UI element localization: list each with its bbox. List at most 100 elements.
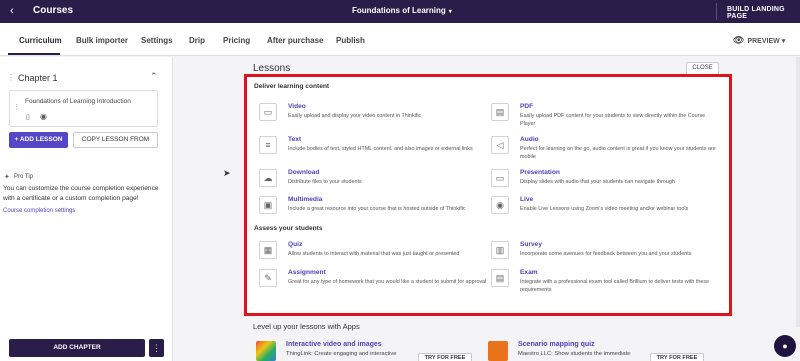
course-title-dropdown[interactable]: Foundations of Learning ▾ [352, 6, 452, 15]
lesson-type-desc: Enable Live Lessons using Zoom's video m… [520, 206, 689, 212]
lesson-type-live[interactable]: ◉ Live Enable Live Lessons using Zoom's … [491, 196, 731, 228]
page-scrollbar[interactable] [796, 57, 800, 327]
lesson-type-title: Presentation [520, 169, 560, 176]
active-tab-indicator [8, 53, 60, 55]
assignment-icon: ✎ [259, 269, 277, 287]
lesson-type-desc: Include bodies of text, styled HTML cont… [288, 146, 473, 152]
document-icon: ▯ [26, 114, 30, 121]
preview-button[interactable]: 👁 PREVIEW ▾ [733, 35, 785, 46]
app-name: Interactive video and images [286, 341, 382, 348]
lesson-type-desc: Allow students to interact with material… [288, 251, 460, 257]
exam-icon: ▤ [491, 269, 509, 287]
lesson-type-title: PDF [520, 103, 534, 110]
lesson-item[interactable]: ⋮ Foundations of Learning Introduction ▯… [9, 90, 158, 127]
lesson-type-title: Text [288, 136, 302, 143]
assess-students-title: Assess your students [254, 225, 323, 232]
drag-handle-icon[interactable]: ⋮ [7, 73, 15, 82]
audio-icon: ◁ [491, 136, 509, 154]
lesson-type-title: Download [288, 169, 320, 176]
tab-after-purchase[interactable]: After purchase [267, 36, 323, 45]
lesson-type-desc: Include a great resource into your cours… [288, 206, 466, 212]
survey-icon: ▥ [491, 241, 509, 259]
lesson-type-title: Video [288, 103, 306, 110]
app-name: Scenario mapping quiz [518, 341, 595, 348]
copy-lesson-button[interactable]: COPY LESSON FROM [73, 132, 158, 148]
live-icon: ◉ [491, 196, 509, 214]
mouse-cursor-icon: ➤ [223, 168, 231, 178]
course-title-label: Foundations of Learning [352, 6, 446, 15]
lesson-type-pdf[interactable]: ▤ PDF Easily upload PDF content for your… [491, 103, 731, 135]
thinglink-logo-icon [256, 341, 276, 361]
video-icon: ▭ [259, 103, 277, 121]
lessons-heading: Lessons [253, 63, 291, 74]
try-for-free-button[interactable]: TRY FOR FREE [418, 353, 472, 361]
tab-drip[interactable]: Drip [189, 36, 205, 45]
tab-bar: Curriculum Bulk importer Settings Drip P… [0, 23, 800, 56]
lesson-type-assignment[interactable]: ✎ Assignment Great for any type of homew… [259, 269, 499, 301]
tab-settings[interactable]: Settings [141, 36, 173, 45]
drag-handle-icon[interactable]: ⋮ [13, 103, 20, 111]
try-for-free-button[interactable]: TRY FOR FREE [650, 353, 704, 361]
app-card-scenario-quiz[interactable]: Scenario mapping quiz Maestro LLC: Show … [488, 339, 718, 361]
lesson-type-audio[interactable]: ◁ Audio Perfect for learning on the go, … [491, 136, 731, 168]
lesson-type-desc: Easily upload and display your video con… [288, 113, 422, 119]
lesson-name: Foundations of Learning Introduction [25, 98, 131, 105]
lesson-type-exam[interactable]: ▤ Exam Integrate with a professional exa… [491, 269, 731, 301]
lesson-type-title: Audio [520, 136, 539, 143]
lesson-type-text[interactable]: ≡ Text Include bodies of text, styled HT… [259, 136, 499, 168]
app-card-thinglink[interactable]: Interactive video and images ThingLink: … [256, 339, 486, 361]
download-icon: ☁ [259, 169, 277, 187]
lesson-type-desc: Incorporate some avenues for feedback be… [520, 251, 692, 257]
lesson-type-video[interactable]: ▭ Video Easily upload and display your v… [259, 103, 499, 135]
top-bar: ‹ Courses Foundations of Learning ▾ BUILD… [0, 0, 800, 23]
eye-icon[interactable]: ◉ [40, 112, 47, 121]
lesson-type-title: Exam [520, 269, 538, 276]
lesson-type-desc: Distribute files to your students [288, 179, 362, 185]
build-landing-page-button[interactable]: BUILD LANDING PAGE [727, 6, 800, 20]
add-chapter-button[interactable]: ADD CHAPTER [9, 339, 145, 357]
tab-bulk-importer[interactable]: Bulk importer [76, 36, 128, 45]
multimedia-icon: ▣ [259, 196, 277, 214]
quiz-icon: ▦ [259, 241, 277, 259]
maestro-logo-icon [488, 341, 508, 361]
tab-pricing[interactable]: Pricing [223, 36, 250, 45]
tab-publish[interactable]: Publish [336, 36, 365, 45]
lesson-type-desc: Easily upload PDF content for your stude… [520, 113, 706, 127]
text-icon: ≡ [259, 136, 277, 154]
lesson-type-title: Assignment [288, 269, 326, 276]
lesson-type-title: Quiz [288, 241, 303, 248]
presentation-icon: ▭ [491, 169, 509, 187]
chevron-down-icon: ▾ [781, 38, 786, 45]
add-lesson-button[interactable]: + ADD LESSON [9, 132, 68, 148]
lesson-type-title: Multimedia [288, 196, 323, 203]
deliver-content-title: Deliver learning content [254, 83, 330, 90]
eye-icon: 👁 [733, 35, 745, 45]
pro-tip-label: Pro Tip [14, 174, 34, 180]
topbar-divider [716, 3, 717, 20]
lightbulb-icon: ✦ [4, 174, 10, 181]
app-desc: ThingLink: Create engaging and interacti… [286, 351, 397, 357]
course-completion-settings-link[interactable]: Course completion settings [3, 208, 75, 214]
app-title[interactable]: Courses [33, 5, 73, 16]
app-desc: Maestro LLC: Show students the immediate [518, 351, 631, 357]
lesson-type-desc: Perfect for learning on the go, audio co… [520, 146, 716, 160]
lesson-type-desc: Great for any type of homework that you … [288, 279, 487, 285]
lesson-type-desc: Display slides with audio that your stud… [520, 179, 675, 185]
back-arrow-icon[interactable]: ‹ [10, 5, 14, 17]
lesson-type-title: Survey [520, 241, 542, 248]
caret-down-icon: ▾ [448, 9, 452, 15]
pdf-icon: ▤ [491, 103, 509, 121]
chevron-up-icon[interactable]: ⌃ [150, 71, 158, 82]
tab-curriculum[interactable]: Curriculum [19, 36, 62, 45]
lesson-type-panel: Deliver learning content ▭ Video Easily … [244, 74, 732, 316]
lesson-type-desc: Integrate with a professional exam tool … [520, 279, 710, 293]
lesson-type-multimedia[interactable]: ▣ Multimedia Include a great resource in… [259, 196, 499, 228]
pro-tip-text: You can customize the course completion … [3, 185, 159, 202]
chapter-title[interactable]: Chapter 1 [18, 73, 58, 83]
curriculum-sidebar: ⋮ Chapter 1 ⌃ ⋮ Foundations of Learning … [0, 57, 173, 361]
chat-bubble-icon[interactable]: ● [774, 335, 796, 357]
more-options-button[interactable]: ⋮ [149, 339, 164, 357]
lesson-type-title: Live [520, 196, 534, 203]
preview-label: PREVIEW [747, 38, 780, 45]
apps-heading: Level up your lessons with Apps [253, 322, 360, 331]
